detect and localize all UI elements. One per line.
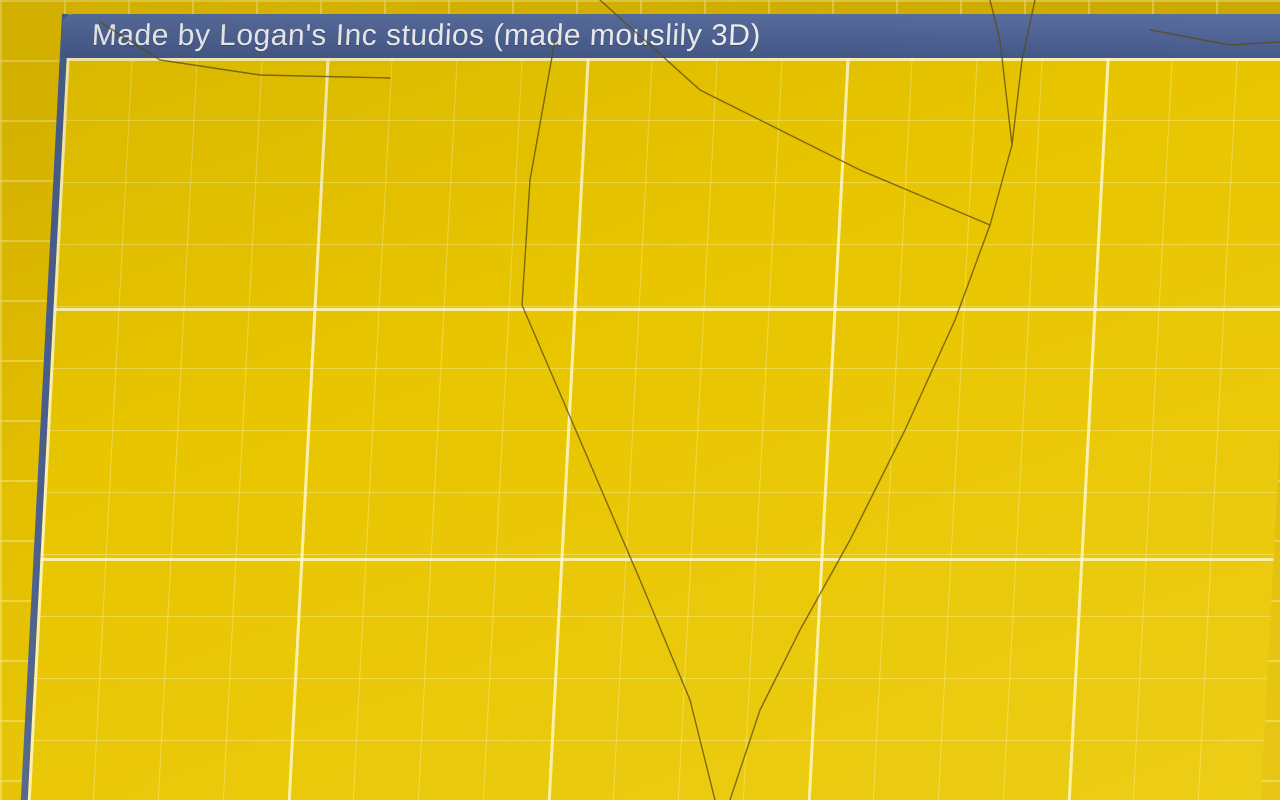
- window-title: Made by Logan's Inc studios (made mousli…: [91, 19, 762, 52]
- drawing-canvas[interactable]: [26, 58, 1280, 800]
- app-window: Made by Logan's Inc studios (made mousli…: [19, 14, 1280, 800]
- title-bar[interactable]: Made by Logan's Inc studios (made mousli…: [60, 14, 1280, 58]
- screen: Made by Logan's Inc studios (made mousli…: [0, 0, 1280, 800]
